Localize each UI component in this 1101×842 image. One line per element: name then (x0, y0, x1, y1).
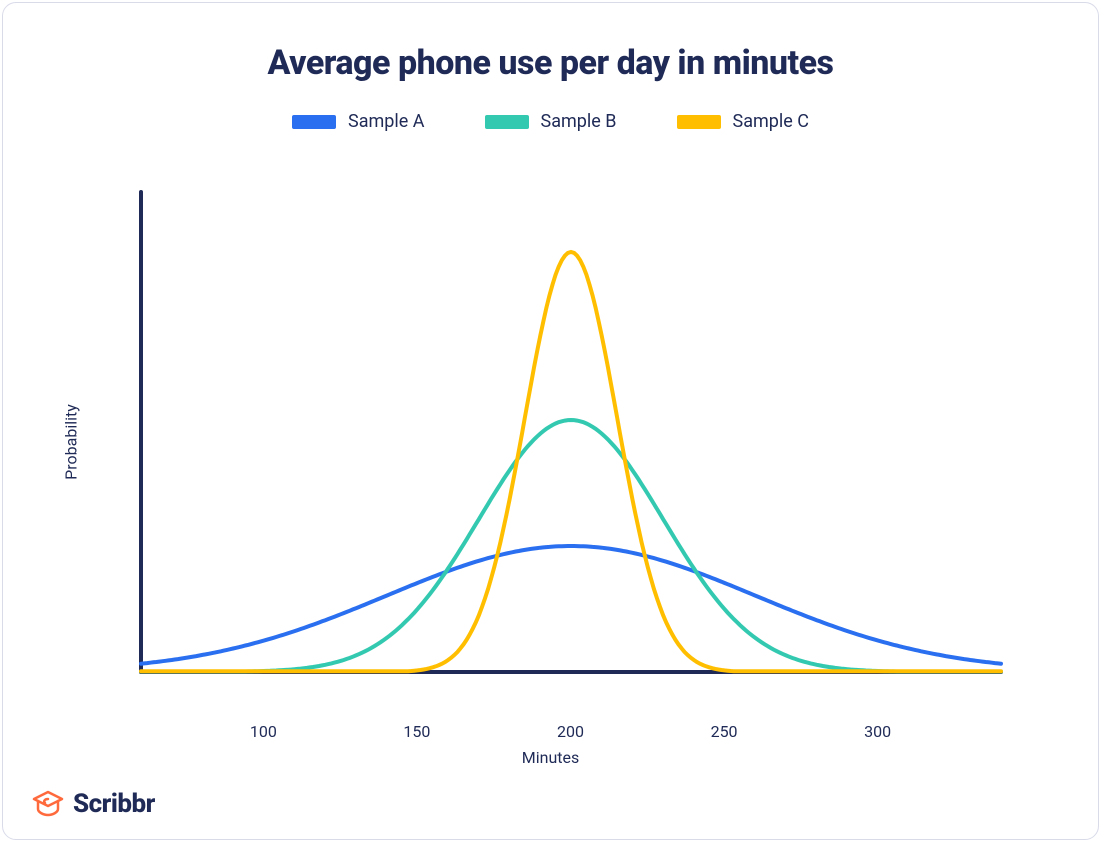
legend-swatch-a (292, 115, 336, 129)
plot-svg (81, 172, 1021, 712)
legend-swatch-b (485, 115, 529, 129)
tick-4: 300 (864, 722, 891, 741)
y-axis-label: Probability (61, 404, 80, 480)
x-ticks: 100 150 200 250 300 (81, 722, 1021, 742)
brand-logo: Scribbr (31, 789, 155, 819)
legend: Sample A Sample B Sample C (43, 111, 1058, 132)
curve-sample-c (141, 252, 1001, 671)
legend-swatch-c (677, 115, 721, 129)
logo-text: Scribbr (73, 789, 155, 819)
legend-label-c: Sample C (733, 111, 809, 132)
legend-item-c: Sample C (677, 111, 809, 132)
legend-item-a: Sample A (292, 111, 425, 132)
chart-area: Probability 100 150 200 250 300 Minutes (81, 172, 1021, 712)
chart-card: Average phone use per day in minutes Sam… (2, 2, 1099, 840)
legend-item-b: Sample B (485, 111, 617, 132)
tick-2: 200 (557, 722, 584, 741)
tick-0: 100 (250, 722, 277, 741)
legend-label-a: Sample A (348, 111, 425, 132)
curve-sample-a (141, 546, 1001, 664)
x-axis-label: Minutes (522, 748, 580, 767)
logo-icon (31, 789, 65, 819)
tick-1: 150 (403, 722, 430, 741)
chart-title: Average phone use per day in minutes (43, 43, 1058, 83)
tick-3: 250 (711, 722, 738, 741)
legend-label-b: Sample B (541, 111, 617, 132)
